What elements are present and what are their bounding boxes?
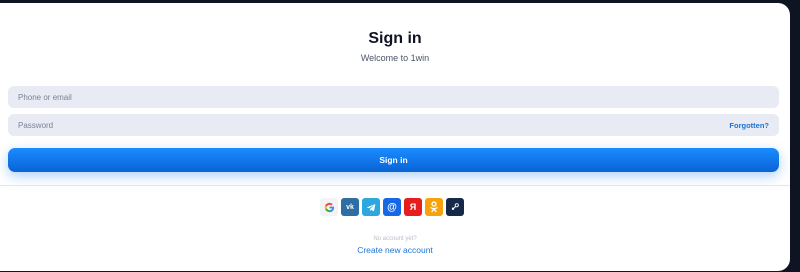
vk-login-button[interactable]: vk — [341, 198, 359, 216]
phone-email-field-container — [8, 86, 779, 108]
forgot-password-link[interactable]: Forgotten? — [729, 121, 769, 130]
vk-icon: vk — [346, 203, 354, 211]
divider — [0, 185, 790, 186]
yandex-login-button[interactable]: Я — [404, 198, 422, 216]
telegram-login-button[interactable] — [362, 198, 380, 216]
password-field-container: Forgotten? — [8, 114, 779, 136]
mail-ru-icon: @ — [387, 201, 397, 213]
sign-in-button[interactable]: Sign in — [8, 148, 779, 172]
steam-icon — [451, 203, 459, 210]
create-account-link[interactable]: Create new account — [0, 245, 790, 255]
odnoklassniki-login-button[interactable] — [425, 198, 443, 216]
sign-in-modal: Sign in Welcome to 1win Forgotten? Sign … — [0, 3, 790, 271]
password-input[interactable] — [18, 120, 618, 130]
no-account-text: No account yet? — [373, 236, 417, 242]
telegram-icon — [366, 203, 375, 211]
social-login-row: vk @ Я — [320, 198, 464, 216]
modal-subtitle: Welcome to 1win — [360, 53, 430, 63]
modal-title: Sign in — [368, 30, 422, 47]
steam-login-button[interactable] — [446, 198, 464, 216]
odnoklassniki-icon — [430, 201, 438, 213]
yandex-icon: Я — [409, 202, 417, 212]
mail-ru-login-button[interactable]: @ — [383, 198, 401, 216]
google-icon — [324, 202, 334, 212]
phone-email-input[interactable] — [18, 92, 618, 102]
google-login-button[interactable] — [320, 198, 338, 216]
